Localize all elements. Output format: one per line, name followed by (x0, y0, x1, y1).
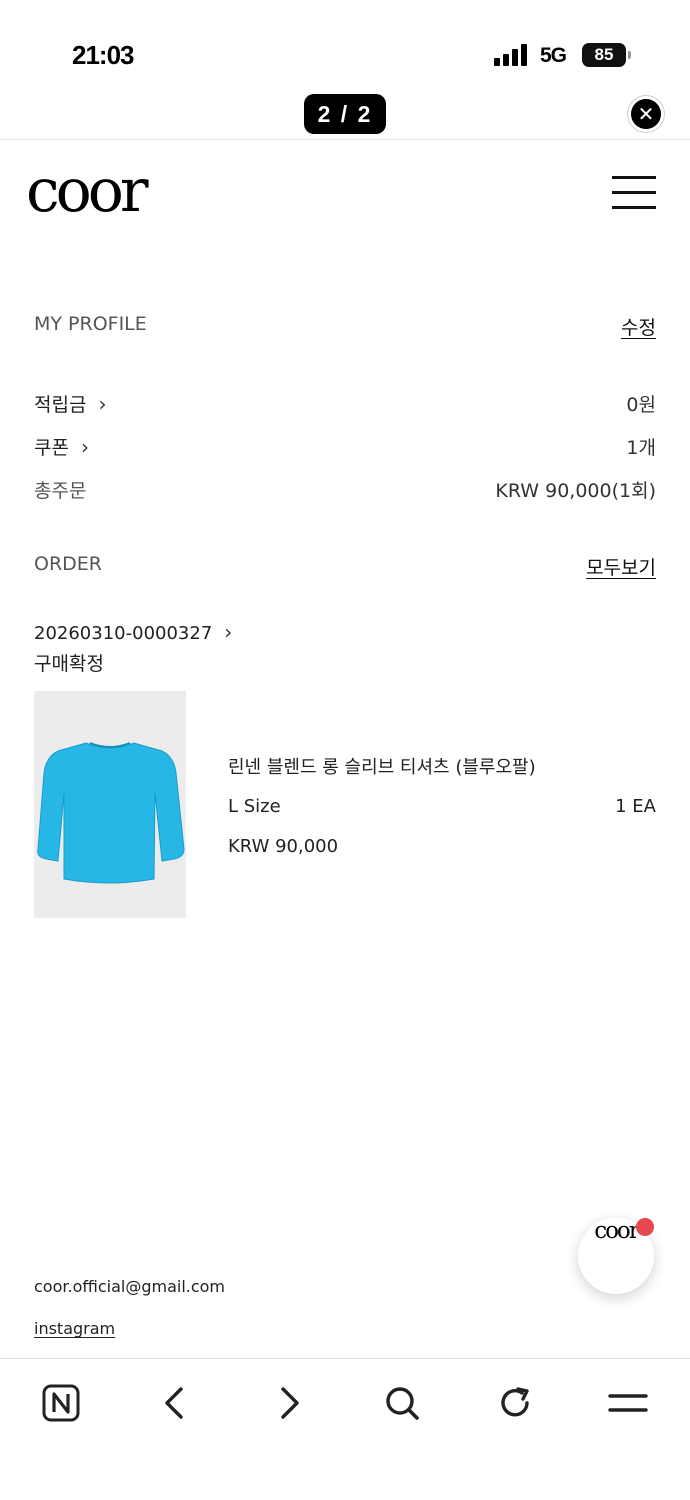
total-orders-label: 총주문 (34, 480, 87, 502)
status-bar: 21:03 5G 85 (0, 0, 690, 100)
reload-icon[interactable] (491, 1379, 539, 1427)
site-header: coor (0, 141, 690, 251)
notification-dot-icon (636, 1218, 654, 1236)
forward-icon[interactable] (265, 1379, 313, 1427)
edit-profile-link[interactable]: 수정 (621, 313, 656, 340)
order-title: ORDER (34, 553, 102, 575)
site-logo[interactable]: coor (26, 161, 149, 221)
network-type: 5G (540, 44, 567, 67)
product-option: L Size (228, 796, 281, 817)
points-value: 0원 (626, 394, 656, 416)
view-all-orders-link[interactable]: 모두보기 (586, 553, 656, 580)
profile-section-header: MY PROFILE 수정 (34, 313, 656, 343)
status-time: 21:03 (72, 40, 134, 70)
order-number: 20260310-0000327 (34, 623, 213, 644)
long-sleeve-tshirt-image (37, 742, 185, 884)
order-number-link[interactable]: 20260310-0000327 › (34, 620, 232, 644)
instagram-link[interactable]: instagram (34, 1319, 115, 1338)
coupons-label: 쿠폰 › (34, 433, 89, 460)
chevron-right-icon: › (224, 620, 233, 644)
product-thumbnail[interactable] (34, 691, 186, 918)
product-price: KRW 90,000 (228, 836, 339, 857)
chevron-right-icon: › (98, 392, 107, 416)
chat-button[interactable]: coor (578, 1218, 654, 1294)
product-name[interactable]: 린넨 블렌드 롱 슬리브 티셔츠 (블루오팔) (228, 753, 536, 779)
menu-icon[interactable] (604, 1379, 652, 1427)
order-section-header: ORDER 모두보기 (34, 553, 656, 583)
menu-icon[interactable] (612, 176, 656, 210)
cellular-signal-icon (494, 44, 530, 66)
total-orders-value: KRW 90,000(1회) (495, 480, 656, 502)
page-counter: 2 / 2 (304, 94, 386, 134)
coupons-row[interactable]: 쿠폰 › 1개 (34, 433, 656, 463)
order-status: 구매확정 (34, 653, 104, 675)
coupons-label-text: 쿠폰 (34, 437, 69, 459)
naver-n-icon[interactable] (37, 1379, 85, 1427)
footer-email[interactable]: coor.official@gmail.com (34, 1277, 225, 1296)
chat-button-label: coor (594, 1218, 640, 1244)
back-icon[interactable] (151, 1379, 199, 1427)
chevron-right-icon: › (80, 435, 89, 459)
points-label: 적립금 › (34, 390, 106, 417)
battery-icon: 85 (582, 43, 631, 67)
close-icon[interactable]: ✕ (628, 96, 664, 132)
profile-title: MY PROFILE (34, 313, 147, 335)
product-quantity: 1 EA (615, 796, 656, 817)
browser-toolbar (0, 1358, 690, 1500)
viewer-bar: 2 / 2 ✕ (0, 88, 690, 140)
search-icon[interactable] (378, 1379, 426, 1427)
total-orders-row: 총주문 KRW 90,000(1회) (34, 476, 656, 506)
points-label-text: 적립금 (34, 394, 87, 416)
points-row[interactable]: 적립금 › 0원 (34, 390, 656, 420)
coupons-value: 1개 (626, 437, 656, 459)
